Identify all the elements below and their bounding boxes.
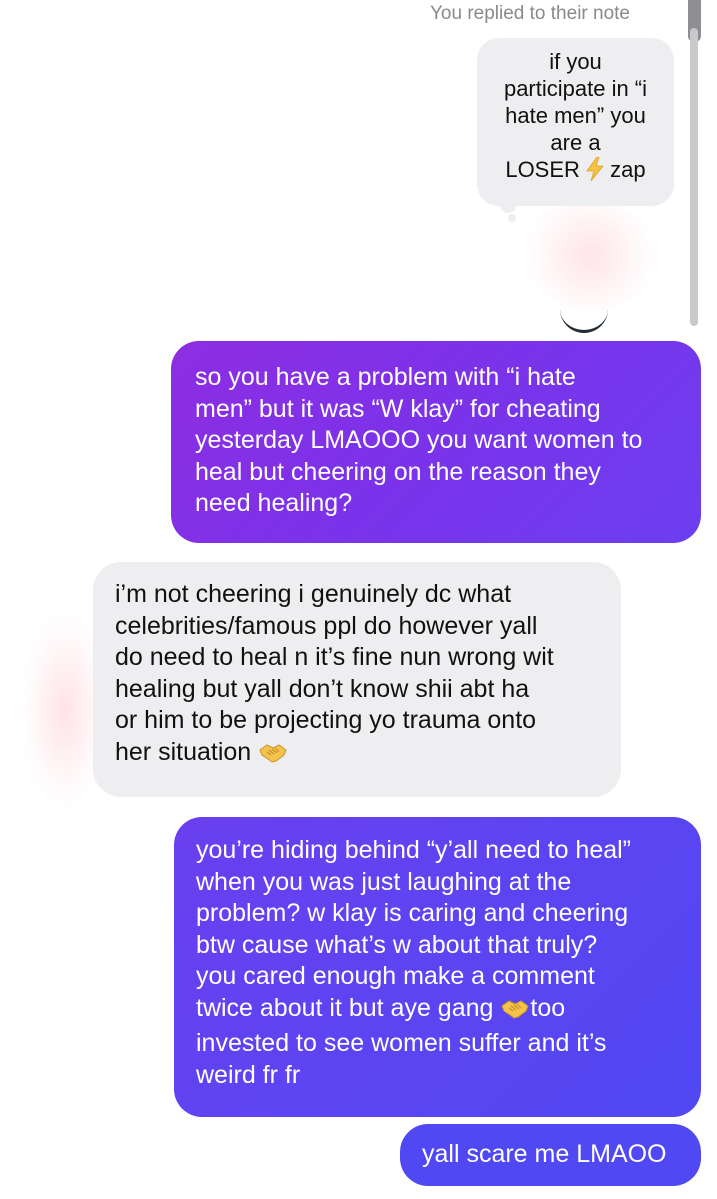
message-line: do need to heal n it’s fine nun wrong wi… <box>115 643 554 671</box>
message-line: yall scare me LMAOO <box>422 1140 667 1168</box>
message-line: yesterday LMAOOO you want women to <box>195 426 643 454</box>
message-line: weird fr fr <box>196 1060 301 1089</box>
message-line: i’m not cheering i genuinely dc what <box>115 580 512 608</box>
message-line: heal but cheering on the reason they <box>195 457 601 486</box>
message-line: invested to see women suffer and it’s <box>196 1029 607 1057</box>
lightning-bolt-icon <box>586 156 604 187</box>
message-line: problem? w klay is caring and cheering <box>196 899 629 927</box>
note-bubble[interactable]: if you participate in “i hate men” you a… <box>477 38 674 206</box>
message-line: celebrities/famous ppl do however yall <box>115 611 538 640</box>
message-line: twice about it but aye gang too <box>196 993 679 1029</box>
outgoing-message[interactable]: you’re hiding behind “y’all need to heal… <box>174 817 701 1117</box>
scrollbar-thumb[interactable] <box>690 28 698 326</box>
message-line: you cared enough make a comment <box>196 962 595 990</box>
message-text: too <box>530 993 566 1022</box>
message-line: btw cause what’s w about that truly? <box>196 930 598 959</box>
message-line: healing but yall don’t know shii abt ha <box>115 674 530 703</box>
note-word: LOSER <box>505 157 580 182</box>
blurred-avatar-region <box>520 200 660 310</box>
message-line: or him to be projecting yo trauma onto <box>115 706 537 734</box>
note-line: hate men” you <box>505 103 646 128</box>
note-line: are a <box>550 130 601 155</box>
message-text: her situation <box>115 737 252 766</box>
message-line: men” but it was “W klay” for cheating <box>195 394 601 423</box>
message-line: so you have a problem with “i hate <box>195 363 576 391</box>
note-word: zap <box>610 157 646 182</box>
handshake-icon <box>500 997 530 1029</box>
incoming-message[interactable]: i’m not cheering i genuinely dc what cel… <box>93 562 621 797</box>
message-text: twice about it but aye gang <box>196 993 494 1022</box>
note-line: participate in “i <box>503 76 648 101</box>
note-line: if you <box>549 49 602 74</box>
outgoing-message[interactable]: so you have a problem with “i hate men” … <box>171 341 701 543</box>
note-thought-dot-small <box>508 214 516 222</box>
message-line: you’re hiding behind “y’all need to heal… <box>196 836 632 864</box>
replied-to-note-label: You replied to their note <box>430 3 631 24</box>
outgoing-message[interactable]: yall scare me LMAOO <box>400 1124 701 1186</box>
message-line: her situation <box>115 737 599 773</box>
message-line: when you was just laughing at the <box>196 867 572 896</box>
handshake-icon <box>258 741 288 773</box>
message-line: need healing? <box>195 489 353 517</box>
avatar-edge <box>560 300 608 333</box>
note-line: LOSER zap <box>493 156 658 187</box>
